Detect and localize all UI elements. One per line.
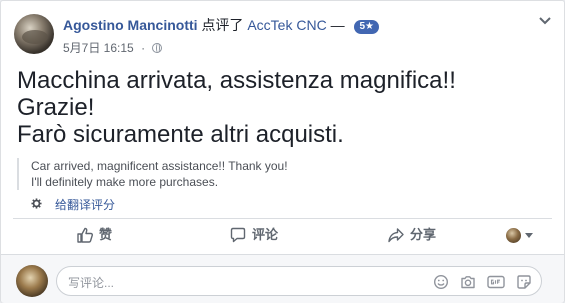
action-text: 点评了	[201, 17, 244, 33]
share-icon	[388, 228, 404, 243]
post-timestamp[interactable]: 5月7日 16:15	[63, 41, 134, 55]
like-button[interactable]: 赞	[77, 219, 112, 251]
post-text-line: Grazie!	[17, 94, 95, 121]
chevron-down-icon[interactable]	[538, 16, 552, 26]
comment-label: 评论	[252, 227, 279, 242]
gif-icon[interactable]	[487, 274, 505, 290]
camera-icon[interactable]	[460, 274, 476, 290]
like-label: 赞	[99, 227, 113, 242]
translation-line: Car arrived, magnificent assistance!! Th…	[31, 159, 288, 173]
comment-composer: 写评论...	[1, 254, 564, 303]
share-label: 分享	[410, 227, 437, 242]
author-avatar[interactable]	[14, 14, 54, 54]
rate-translation-label: 给翻译评分	[55, 198, 116, 212]
page-name-link[interactable]: AccTek CNC	[247, 17, 326, 33]
comment-button[interactable]: 评论	[230, 219, 278, 251]
action-bar: 赞 评论 分享	[13, 219, 552, 251]
emoji-icon[interactable]	[433, 274, 449, 290]
share-button[interactable]: 分享	[388, 219, 436, 251]
comment-icon	[230, 227, 246, 243]
review-post-card: Agostino Mancinotti 点评了 AccTek CNC — 5★ …	[0, 0, 565, 303]
post-text-line: Farò sicuramente altri acquisti.	[17, 121, 344, 148]
post-body: Macchina arrivata, assistenza magnifica!…	[17, 67, 456, 148]
rating-badge: 5★	[354, 20, 379, 34]
meta-dot: ·	[141, 41, 146, 55]
caret-down-icon[interactable]	[525, 233, 533, 238]
comment-input[interactable]: 写评论...	[56, 266, 542, 296]
translation-line: I'll definitely make more purchases.	[31, 175, 219, 189]
sticker-icon[interactable]	[516, 274, 532, 290]
comment-placeholder: 写评论...	[68, 276, 115, 290]
post-meta: 5月7日 16:15 ·	[63, 39, 163, 56]
reaction-avatar[interactable]	[506, 228, 521, 243]
globe-icon[interactable]	[152, 43, 163, 53]
dash-separator: —	[330, 17, 345, 33]
rate-translation-link[interactable]: 给翻译评分	[31, 196, 115, 213]
post-header: Agostino Mancinotti 点评了 AccTek CNC — 5★	[63, 15, 379, 35]
author-name-link[interactable]: Agostino Mancinotti	[63, 17, 198, 33]
post-text-line: Macchina arrivata, assistenza magnifica!…	[17, 67, 456, 94]
viewer-avatar	[16, 265, 48, 297]
thumbs-up-icon	[77, 227, 93, 243]
translation-block: Car arrived, magnificent assistance!! Th…	[17, 158, 511, 190]
